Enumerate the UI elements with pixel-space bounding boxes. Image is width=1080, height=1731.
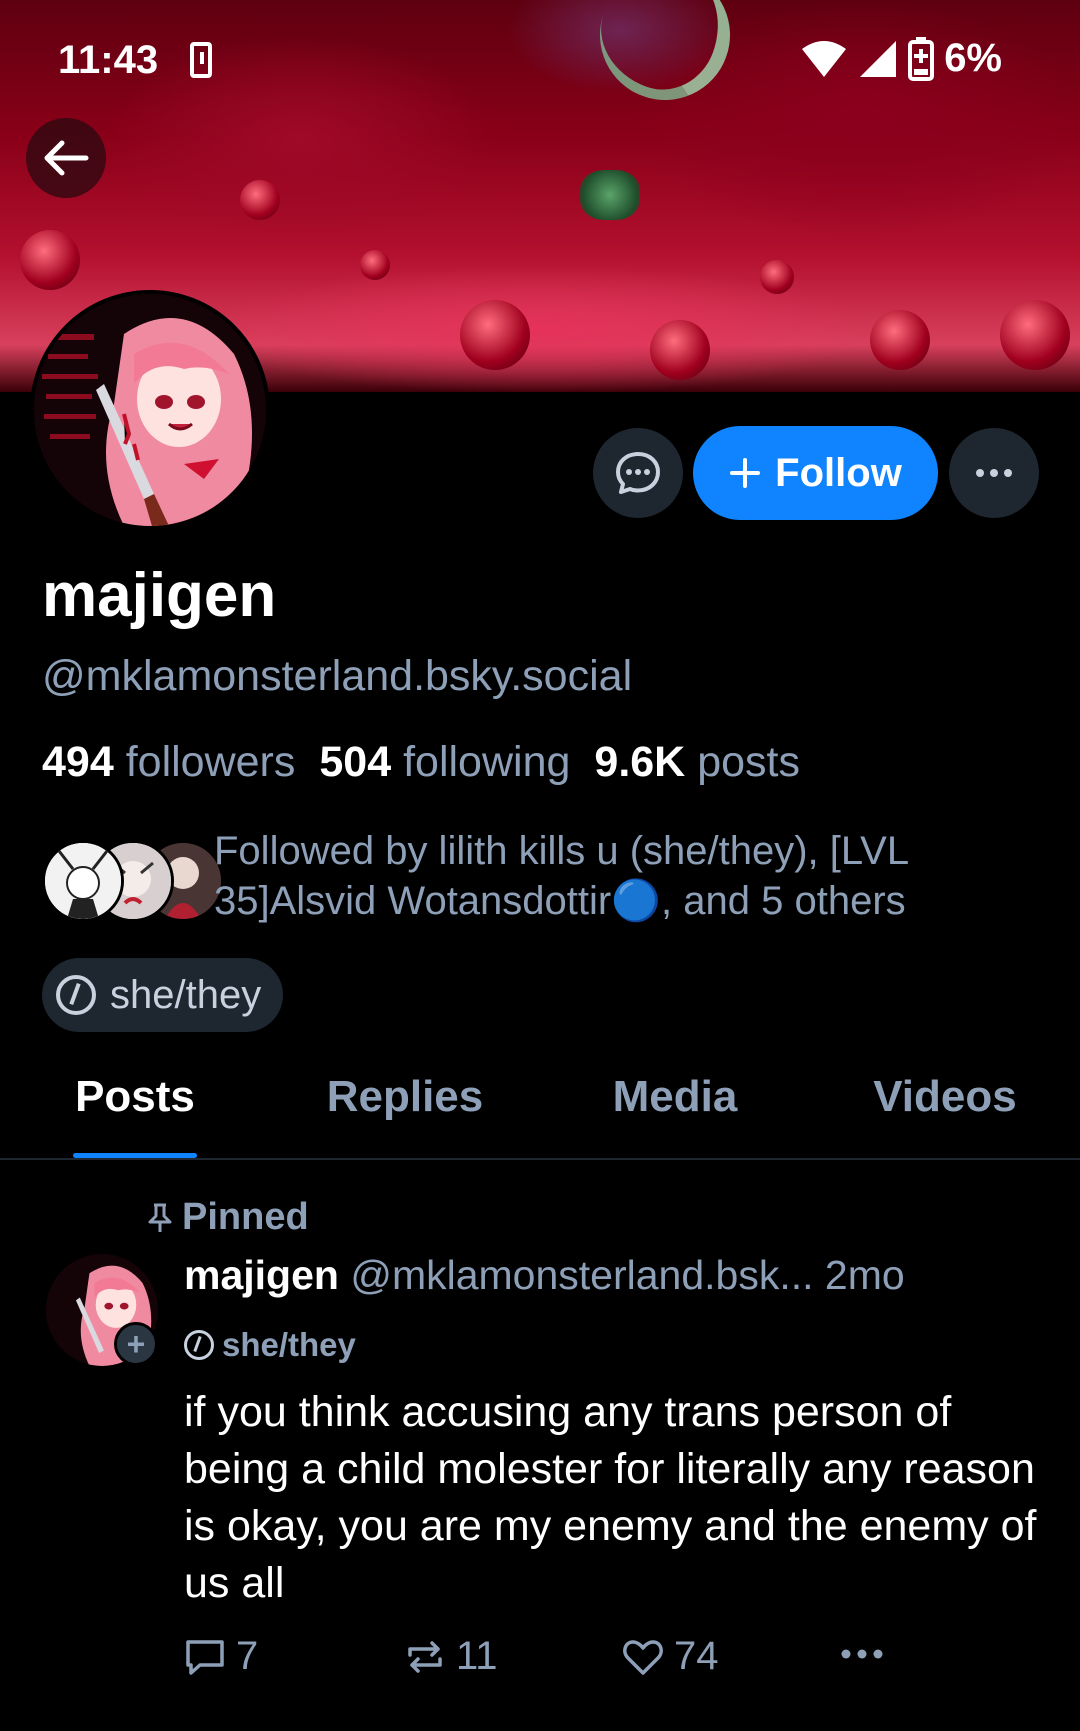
post-pronouns: she/they bbox=[184, 1326, 356, 1364]
profile-tabs: Posts Replies Media Videos bbox=[0, 1060, 1080, 1160]
more-options-button[interactable] bbox=[949, 428, 1039, 518]
banner-art-orb bbox=[360, 250, 390, 280]
arrow-left-icon bbox=[44, 140, 89, 176]
heart-icon bbox=[623, 1639, 663, 1675]
tab-videos[interactable]: Videos bbox=[810, 1060, 1080, 1158]
banner-art-orb bbox=[1000, 300, 1070, 370]
status-right-group: 6% bbox=[800, 36, 1002, 81]
known-followers[interactable]: Followed by lilith kills u (she/they), [… bbox=[42, 826, 1052, 936]
message-icon bbox=[616, 452, 660, 494]
posts-stat: 9.6K posts bbox=[594, 738, 800, 787]
followers-count: 494 bbox=[42, 738, 114, 786]
posts-label: posts bbox=[697, 738, 800, 786]
post-actions: 7 11 74 bbox=[184, 1634, 1044, 1694]
banner-art-leaf bbox=[580, 170, 640, 220]
profile-avatar[interactable] bbox=[30, 290, 270, 530]
ellipsis-icon bbox=[976, 469, 1012, 477]
post-more-button[interactable] bbox=[840, 1648, 884, 1660]
banner-art-orb bbox=[20, 230, 80, 290]
tab-media[interactable]: Media bbox=[540, 1060, 810, 1158]
followers-label: followers bbox=[125, 738, 296, 786]
follow-label: Follow bbox=[775, 450, 902, 495]
profile-display-name: majigen bbox=[42, 561, 277, 630]
like-count: 74 bbox=[674, 1634, 719, 1678]
tab-replies[interactable]: Replies bbox=[270, 1060, 540, 1158]
following-label: following bbox=[403, 738, 571, 786]
pinned-label: Pinned bbox=[182, 1196, 309, 1238]
post-body[interactable]: if you think accusing any trans person o… bbox=[184, 1384, 1044, 1612]
profile-stats: 494 followers 504 following 9.6K posts bbox=[42, 738, 800, 787]
post-time: 2mo bbox=[824, 1252, 905, 1298]
followed-by-text: Followed by lilith kills u (she/they), [… bbox=[214, 829, 908, 923]
banner-art-orb bbox=[650, 320, 710, 380]
post-author-name[interactable]: majigen bbox=[184, 1252, 339, 1298]
like-button[interactable]: 74 bbox=[622, 1634, 719, 1679]
status-time: 11:43 bbox=[58, 38, 159, 82]
post-author-handle[interactable]: @mklamonsterland.bsk... bbox=[350, 1252, 813, 1298]
reply-button[interactable]: 7 bbox=[184, 1634, 258, 1679]
pronoun-icon bbox=[184, 1330, 214, 1360]
battery-icon bbox=[908, 36, 935, 81]
follow-button[interactable]: Follow bbox=[693, 426, 938, 520]
status-bar: 11:43 6% bbox=[0, 30, 1080, 90]
pronouns-text: she/they bbox=[110, 972, 262, 1017]
phone-vibrate-icon bbox=[190, 42, 212, 78]
wifi-icon bbox=[802, 40, 847, 77]
banner-art-orb bbox=[870, 310, 930, 370]
ellipsis-icon bbox=[841, 1649, 883, 1659]
post-pronouns-text: she/they bbox=[222, 1326, 356, 1363]
battery-percent: 6% bbox=[944, 36, 1002, 80]
repost-icon bbox=[408, 1640, 442, 1673]
post-header: majigen @mklamonsterland.bsk... 2mo bbox=[184, 1252, 1044, 1299]
banner-art-orb bbox=[240, 180, 280, 220]
pinned-indicator: Pinned bbox=[146, 1196, 309, 1239]
followers-stat[interactable]: 494 followers bbox=[42, 738, 295, 787]
avatar-artwork bbox=[34, 294, 266, 526]
message-button[interactable] bbox=[593, 428, 683, 518]
posts-count: 9.6K bbox=[594, 738, 686, 786]
profile-handle: @mklamonsterland.bsky.social bbox=[42, 652, 633, 700]
repost-button[interactable]: 11 bbox=[404, 1634, 498, 1679]
known-follower-avatar bbox=[42, 840, 124, 922]
pronoun-icon bbox=[56, 975, 96, 1015]
back-button[interactable] bbox=[26, 118, 106, 198]
banner-art-orb bbox=[760, 260, 794, 294]
reply-icon bbox=[186, 1639, 224, 1675]
follow-author-plus-icon[interactable]: + bbox=[114, 1322, 158, 1366]
following-stat[interactable]: 504 following bbox=[319, 738, 570, 787]
pin-icon bbox=[148, 1203, 172, 1232]
cell-signal-icon bbox=[860, 40, 897, 77]
reply-count: 7 bbox=[236, 1634, 259, 1678]
tab-posts[interactable]: Posts bbox=[0, 1060, 270, 1158]
plus-icon bbox=[730, 458, 761, 488]
banner-art-orb bbox=[460, 300, 530, 370]
following-count: 504 bbox=[319, 738, 392, 786]
repost-count: 11 bbox=[456, 1634, 498, 1678]
pronouns-chip: she/they bbox=[42, 958, 284, 1032]
